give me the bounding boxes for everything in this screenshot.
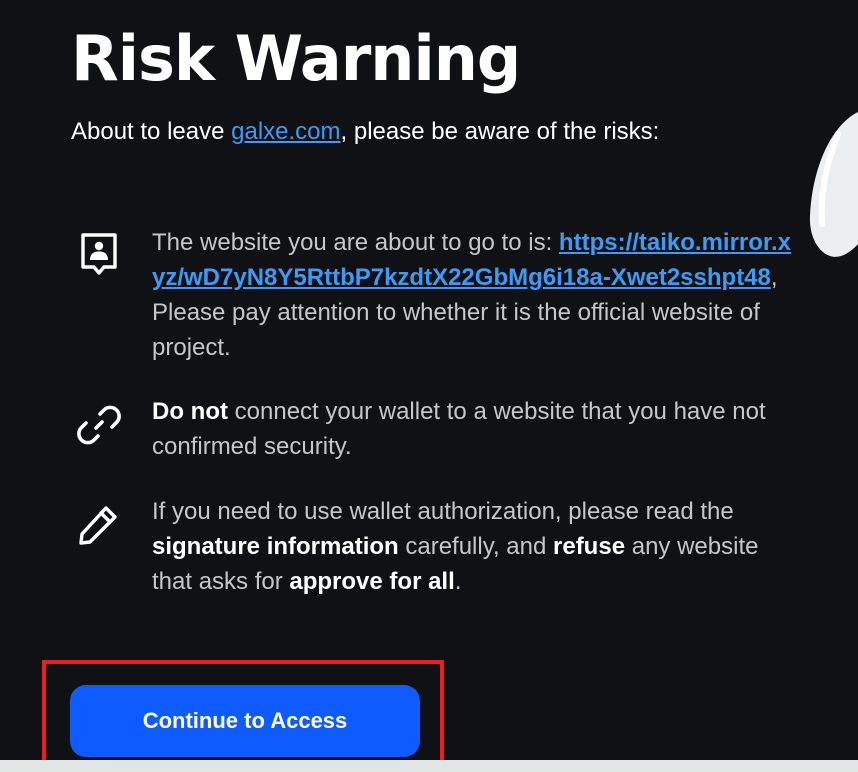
approve-for-all-emphasis: approve for all <box>289 568 455 595</box>
profile-card-icon <box>76 231 122 277</box>
auth-text-2: carefully, and <box>398 533 553 560</box>
wallet-warning-text: connect your wallet to a website that yo… <box>152 398 766 460</box>
subtitle-suffix: , please be aware of the risks: <box>340 118 660 145</box>
pencil-icon <box>76 502 122 548</box>
decorative-illustration <box>809 112 858 257</box>
do-not-emphasis: Do not <box>152 398 228 425</box>
warning-text-wallet: Do not connect your wallet to a website … <box>152 394 804 464</box>
warning-text-authorization: If you need to use wallet authorization,… <box>152 494 804 599</box>
auth-text-1: If you need to use wallet authorization,… <box>152 498 734 525</box>
destination-text-before: The website you are about to go to is: <box>152 229 559 256</box>
refuse-emphasis: refuse <box>553 533 626 560</box>
subtitle-prefix: About to leave <box>71 118 232 145</box>
source-site-link[interactable]: galxe.com <box>231 118 340 145</box>
link-icon <box>76 402 122 448</box>
warning-text-destination: The website you are about to go to is: h… <box>152 225 804 365</box>
signature-information-emphasis: signature information <box>152 533 399 560</box>
dialog-title: Risk Warning <box>71 22 521 95</box>
highlight-annotation-box <box>42 660 444 768</box>
auth-text-4: . <box>454 568 462 595</box>
dialog-subtitle: About to leave galxe.com, please be awar… <box>71 116 659 148</box>
background-page-strip <box>0 760 858 772</box>
